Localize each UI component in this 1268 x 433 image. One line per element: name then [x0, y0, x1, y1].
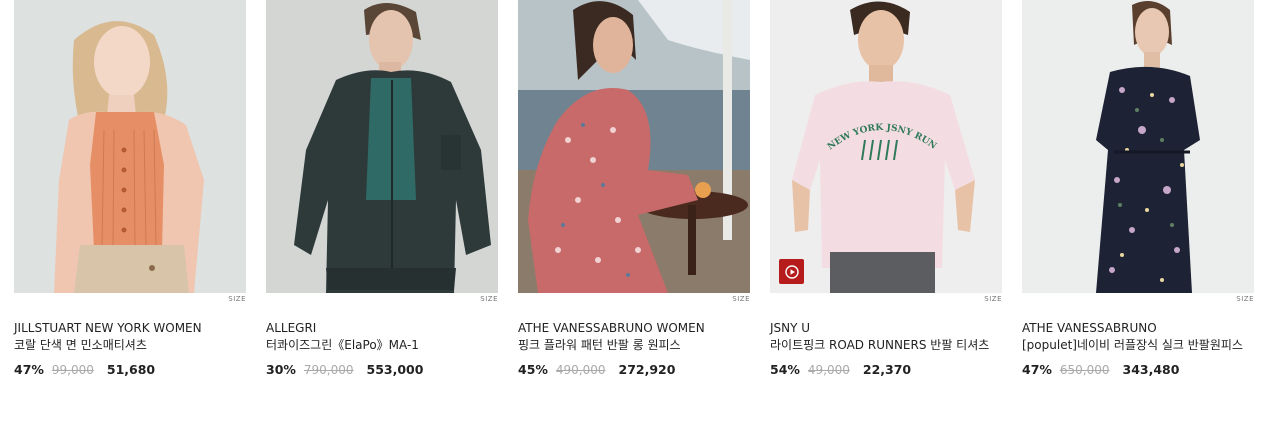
sale-price: 51,680: [106, 362, 156, 377]
product-card[interactable]: NEW YORK JSNY RUNNERS SIZE JSNY U 라이트핑크 …: [770, 0, 1002, 377]
product-name[interactable]: [populet]네이비 러플장식 실크 반팔원피스: [1022, 337, 1254, 354]
discount-rate: 30%: [266, 362, 296, 377]
play-icon: [784, 264, 799, 279]
product-card[interactable]: SIZE ATHE VANESSABRUNO [populet]네이비 러플장식…: [1022, 0, 1254, 377]
size-label[interactable]: SIZE: [1022, 294, 1254, 304]
original-price: 99,000: [51, 363, 94, 377]
product-name[interactable]: 라이트핑크 ROAD RUNNERS 반팔 티셔츠: [770, 337, 1002, 354]
discount-rate: 47%: [1022, 362, 1052, 377]
original-price: 790,000: [303, 363, 354, 377]
product-name[interactable]: 터콰이즈그린《ElaPo》MA-1: [266, 337, 498, 354]
original-price: 650,000: [1059, 363, 1110, 377]
price-row: 47% 650,000 343,480: [1022, 362, 1254, 377]
product-photo-5: [1022, 0, 1254, 293]
price-row: 45% 490,000 272,920: [518, 362, 750, 377]
product-card[interactable]: SIZE ALLEGRI 터콰이즈그린《ElaPo》MA-1 30% 790,0…: [266, 0, 498, 377]
original-price: 490,000: [555, 363, 606, 377]
product-photo-2: [266, 0, 498, 293]
product-image[interactable]: NEW YORK JSNY RUNNERS: [770, 0, 1002, 293]
product-brand[interactable]: ATHE VANESSABRUNO: [1022, 320, 1254, 337]
size-label[interactable]: SIZE: [770, 294, 1002, 304]
product-image[interactable]: [1022, 0, 1254, 293]
play-video-button[interactable]: [779, 259, 804, 284]
product-brand[interactable]: ALLEGRI: [266, 320, 498, 337]
sale-price: 343,480: [1122, 362, 1180, 377]
original-price: 49,000: [807, 363, 850, 377]
product-card[interactable]: SIZE JILLSTUART NEW YORK WOMEN 코랄 단색 면 민…: [14, 0, 246, 377]
size-label[interactable]: SIZE: [518, 294, 750, 304]
sale-price: 22,370: [862, 362, 912, 377]
size-label[interactable]: SIZE: [266, 294, 498, 304]
product-brand[interactable]: JSNY U: [770, 320, 1002, 337]
product-card[interactable]: SIZE ATHE VANESSABRUNO WOMEN 핑크 플라워 패턴 반…: [518, 0, 750, 377]
product-brand[interactable]: ATHE VANESSABRUNO WOMEN: [518, 320, 750, 337]
price-row: 30% 790,000 553,000: [266, 362, 498, 377]
product-image[interactable]: [266, 0, 498, 293]
product-photo-4: NEW YORK JSNY RUNNERS: [770, 0, 1002, 293]
sale-price: 272,920: [618, 362, 676, 377]
sale-price: 553,000: [366, 362, 424, 377]
product-grid: SIZE JILLSTUART NEW YORK WOMEN 코랄 단색 면 민…: [14, 0, 1254, 377]
product-image[interactable]: [518, 0, 750, 293]
product-name[interactable]: 코랄 단색 면 민소매티셔츠: [14, 337, 246, 354]
product-brand[interactable]: JILLSTUART NEW YORK WOMEN: [14, 320, 246, 337]
product-photo-3: [518, 0, 750, 293]
size-label[interactable]: SIZE: [14, 294, 246, 304]
price-row: 54% 49,000 22,370: [770, 362, 1002, 377]
price-row: 47% 99,000 51,680: [14, 362, 246, 377]
discount-rate: 47%: [14, 362, 44, 377]
product-image[interactable]: [14, 0, 246, 293]
discount-rate: 54%: [770, 362, 800, 377]
product-photo-1: [14, 0, 246, 293]
product-name[interactable]: 핑크 플라워 패턴 반팔 롱 원피스: [518, 337, 750, 354]
discount-rate: 45%: [518, 362, 548, 377]
